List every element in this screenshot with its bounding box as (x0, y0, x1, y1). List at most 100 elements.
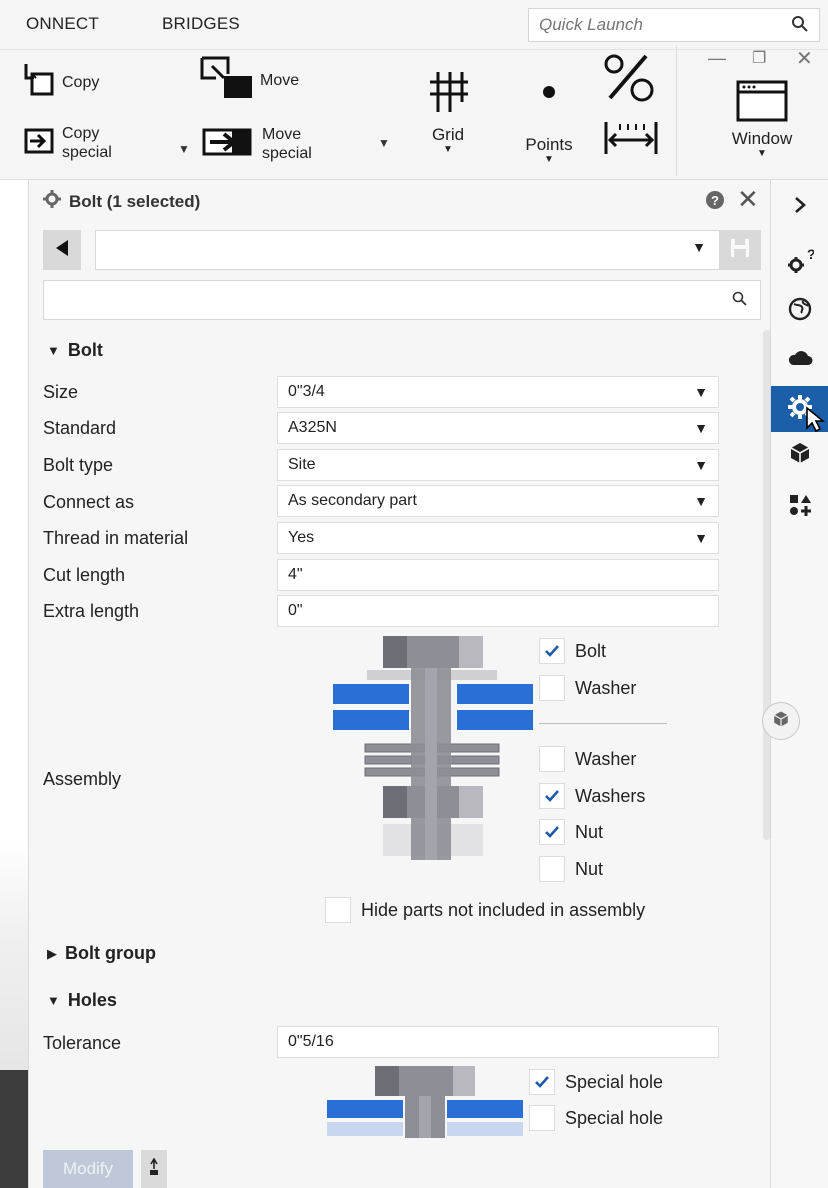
section-bolt-header[interactable]: ▼ Bolt (47, 340, 103, 361)
assembly-nut-checkbox[interactable]: Nut (539, 819, 603, 845)
tab-connect[interactable]: ONNECT (26, 14, 99, 34)
svg-text:?: ? (711, 193, 719, 208)
points-label: Points (525, 135, 573, 154)
assembly-divider (539, 723, 667, 724)
hide-parts-checkbox[interactable]: Hide parts not included in assembly (325, 897, 645, 923)
save-preset-button[interactable] (719, 230, 761, 270)
property-search-input[interactable] (44, 281, 724, 319)
special-hole-second-label: Special hole (565, 1107, 664, 1128)
assembly-washer-top-checkbox[interactable]: Washer (539, 675, 636, 701)
thread-in-material-dropdown[interactable]: Yes ▼ (277, 522, 719, 554)
point-icon (539, 85, 559, 104)
move-special-dropdown-icon[interactable]: ▼ (378, 136, 390, 150)
connect-as-dropdown[interactable]: As secondary part ▼ (277, 485, 719, 517)
assembly-washers-checkbox[interactable]: Washers (539, 783, 645, 809)
checkbox[interactable] (529, 1069, 555, 1095)
points-button[interactable]: Points ▼ (518, 80, 580, 165)
size-value: 0"3/4 (288, 383, 325, 400)
copy-special-dropdown-icon[interactable]: ▼ (178, 142, 190, 156)
extra-length-value: 0" (288, 602, 303, 619)
assembly-washer-bottom-checkbox[interactable]: Washer (539, 746, 636, 772)
move-special-label-line2: special (262, 144, 312, 162)
assembly-washer-top-label: Washer (575, 677, 637, 698)
grid-label: Grid (431, 125, 465, 144)
hide-parts-label: Hide parts not included in assembly (361, 899, 646, 920)
thread-in-material-value: Yes (288, 529, 315, 546)
special-hole-label: Special hole (565, 1071, 664, 1092)
checkbox[interactable] (539, 638, 565, 664)
properties-button[interactable] (771, 386, 828, 433)
restore-icon[interactable]: ❐ (752, 48, 766, 68)
triangle-down-icon: ▼ (47, 343, 60, 358)
assembly-washer-bottom-label: Washer (575, 748, 637, 769)
assembly-bolt-checkbox[interactable]: Bolt (539, 638, 606, 664)
extra-length-field[interactable]: 0" (277, 595, 719, 627)
window-dropdown-icon: ▼ (757, 148, 767, 159)
copy-special-button[interactable]: Copy special (22, 124, 112, 162)
preset-dropdown[interactable]: ▼ (95, 230, 741, 270)
assembly-washers-label: Washers (575, 785, 646, 806)
special-hole-checkbox[interactable]: Special hole (529, 1069, 663, 1095)
model-button[interactable] (771, 432, 828, 478)
checkbox[interactable] (539, 783, 565, 809)
search-icon[interactable] (791, 15, 809, 38)
standard-dropdown[interactable]: A325N ▼ (277, 412, 719, 444)
modify-button[interactable]: Modify (43, 1150, 133, 1188)
chevron-down-icon: ▼ (692, 239, 706, 255)
copy-button[interactable]: Copy (22, 62, 99, 103)
globe-icon (788, 297, 812, 326)
window-label: Window (731, 129, 793, 148)
section-holes-header[interactable]: ▼ Holes (47, 990, 117, 1011)
grid-dropdown-icon: ▼ (443, 144, 453, 155)
view-cube-button[interactable] (762, 702, 800, 740)
tolerance-field[interactable]: 0"5/16 (277, 1026, 719, 1058)
properties-panel: Bolt (1 selected) ? ✕ ▼ ▼ Bolt Size 0"3/… (28, 180, 771, 1188)
checkbox[interactable] (539, 746, 565, 772)
close-panel-icon[interactable]: ✕ (737, 184, 759, 215)
globe-button[interactable] (771, 288, 828, 334)
copy-special-label-line2: special (62, 144, 112, 161)
panel-title: Bolt (1 selected) (69, 191, 201, 211)
gear-question-icon: ? (786, 246, 816, 280)
quick-launch-input[interactable] (529, 9, 779, 41)
chevron-right-icon (793, 196, 807, 219)
move-special-icon (202, 124, 256, 163)
minimize-icon[interactable]: — (708, 48, 726, 69)
triangle-right-icon: ▶ (47, 945, 57, 961)
properties-help-button[interactable]: ? (771, 240, 828, 286)
measure-icon[interactable] (602, 118, 660, 163)
gear-icon (43, 190, 61, 213)
size-dropdown[interactable]: 0"3/4 ▼ (277, 376, 719, 408)
close-window-icon[interactable]: ✕ (796, 46, 813, 71)
bolt-type-dropdown[interactable]: Site ▼ (277, 449, 719, 481)
search-icon[interactable] (732, 291, 748, 312)
assembly-nut-label: Nut (575, 821, 604, 842)
tab-bridges[interactable]: BRIDGES (162, 14, 240, 34)
move-special-button[interactable]: Move special (202, 124, 312, 163)
checkbox[interactable] (539, 856, 565, 882)
move-button[interactable]: Move (198, 56, 299, 105)
cloud-button[interactable] (771, 336, 828, 382)
connect-as-label: Connect as (43, 492, 135, 512)
back-button[interactable] (43, 230, 81, 270)
checkbox[interactable] (325, 897, 351, 923)
window-icon (734, 80, 790, 128)
move-special-label: Move special (262, 125, 312, 163)
shapes-button[interactable] (771, 484, 828, 530)
section-bolt-group-header[interactable]: ▶ Bolt group (47, 943, 156, 964)
checkbox[interactable] (539, 819, 565, 845)
copy-special-icon (22, 126, 56, 161)
checkbox[interactable] (529, 1105, 555, 1131)
assembly-nut-second-checkbox[interactable]: Nut (539, 856, 603, 882)
assembly-nut-second-label: Nut (575, 858, 604, 879)
cut-length-field[interactable]: 4" (277, 559, 719, 591)
window-button[interactable]: Window ▼ (722, 78, 802, 159)
move-icon (198, 56, 256, 105)
pick-button[interactable] (141, 1150, 167, 1188)
grid-button[interactable]: Grid ▼ (420, 68, 476, 155)
help-icon[interactable]: ? (705, 190, 725, 215)
checkbox[interactable] (539, 675, 565, 701)
percent-icon[interactable] (600, 52, 658, 109)
special-hole-second-checkbox[interactable]: Special hole (529, 1105, 663, 1131)
expand-panel-button[interactable] (771, 184, 828, 230)
